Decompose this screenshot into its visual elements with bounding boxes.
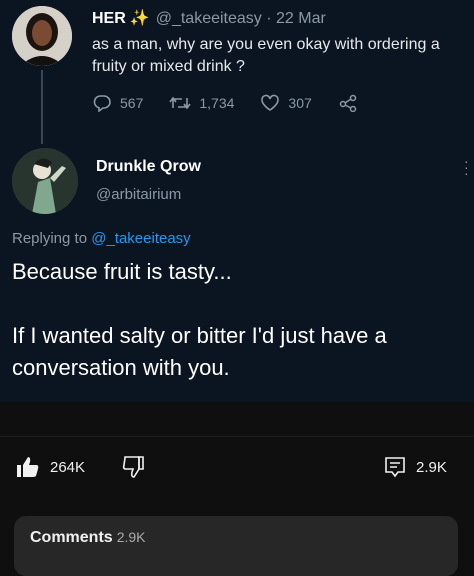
replying-to-line: Replying to @_takeeiteasy [12, 230, 191, 247]
retweet-icon [169, 96, 191, 110]
reply-author-handle[interactable]: @arbitairium [96, 186, 181, 203]
comments-label: Comments [30, 529, 113, 546]
original-author-name[interactable]: HER [92, 10, 126, 27]
comments-button[interactable]: 2.9K [384, 456, 447, 478]
comment-count-yt: 2.9K [416, 458, 447, 476]
comments-panel[interactable]: Comments 2.9K [14, 516, 458, 576]
avatar-her[interactable] [12, 6, 72, 66]
thumbs-down-icon [122, 456, 144, 478]
reply-tweet-text: Because fruit is tasty... If I wanted sa… [12, 256, 472, 416]
replying-to-handle[interactable]: @_takeeiteasy [91, 230, 190, 247]
comments-header: Comments 2.9K [30, 529, 146, 547]
original-tweet-date[interactable]: 22 Mar [276, 10, 326, 27]
reply-action[interactable]: 567 [92, 94, 143, 112]
share-icon [339, 94, 357, 112]
original-tweet-text: as a man, why are you even okay with ord… [92, 36, 440, 75]
original-tweet-header: HER ✨ @_takeeiteasy · 22 Mar [92, 10, 326, 27]
like-count: 307 [288, 95, 312, 111]
like-button[interactable]: 264K [16, 456, 85, 478]
original-author-handle[interactable]: @_takeeiteasy [156, 10, 262, 27]
original-tweet-actions: 567 1,734 307 [92, 94, 392, 112]
heart-icon [261, 94, 280, 111]
reply-author-name[interactable]: Drunkle Qrow [96, 158, 201, 176]
retweet-action[interactable]: 1,734 [169, 95, 234, 111]
avatar-drunkle-qrow[interactable] [12, 148, 78, 214]
avatar-her-image [12, 6, 72, 66]
dislike-button[interactable] [122, 456, 156, 478]
reply-text-line-1: Because fruit is tasty... [12, 259, 232, 284]
thread-line [41, 70, 43, 144]
retweet-count: 1,734 [199, 95, 235, 111]
reply-icon [93, 95, 111, 112]
like-count-yt: 264K [50, 458, 86, 476]
thumbs-up-icon [17, 457, 39, 477]
more-options-icon[interactable]: · · · [464, 154, 469, 180]
like-action[interactable]: 307 [260, 94, 312, 112]
reply-text-line-2: If I wanted salty or bitter I'd just hav… [12, 323, 387, 380]
comment-icon [385, 457, 405, 478]
comments-count: 2.9K [116, 529, 146, 545]
reply-count: 567 [120, 95, 144, 111]
avatar-drunkle-qrow-image [12, 148, 78, 214]
divider [0, 436, 474, 437]
share-action[interactable] [338, 94, 366, 112]
replying-to-prefix: Replying to [12, 230, 88, 247]
sparkle-icon: ✨ [129, 10, 150, 27]
